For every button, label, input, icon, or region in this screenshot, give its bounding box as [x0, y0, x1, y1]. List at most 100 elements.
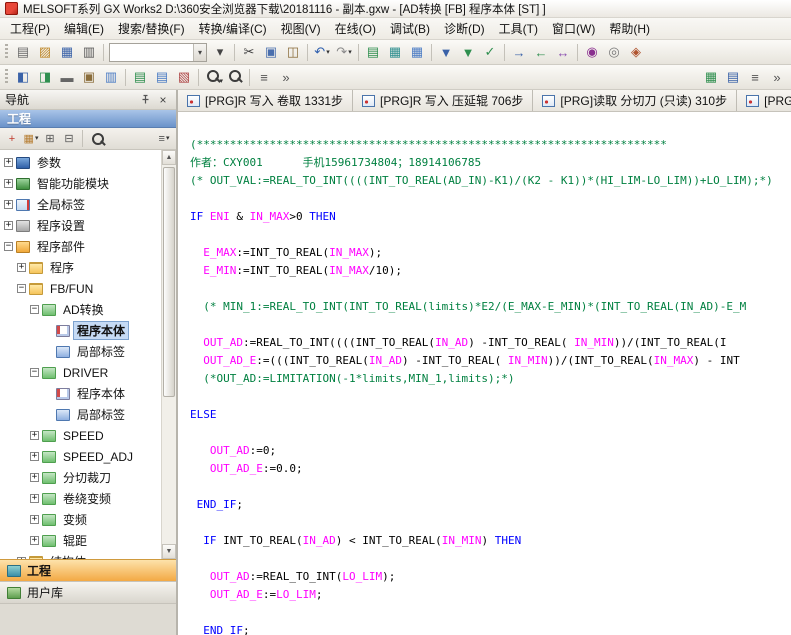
tree-expander[interactable]: + — [4, 158, 13, 167]
tree-expander[interactable]: + — [17, 263, 26, 272]
nav-options-icon[interactable]: ≡▾ — [155, 130, 173, 147]
tree-expander[interactable]: + — [30, 473, 39, 482]
read-from-plc-icon[interactable]: ← — [530, 42, 552, 62]
paste-icon[interactable]: ◫ — [282, 42, 304, 62]
statement-display-icon[interactable]: ▤ — [151, 67, 173, 87]
tree-item-fb-fun[interactable]: −FB/FUN — [0, 278, 161, 299]
menu-item-3[interactable]: 转换/编译(C) — [192, 17, 274, 40]
tree-item-inverter[interactable]: +变频 — [0, 509, 161, 530]
menu-item-10[interactable]: 帮助(H) — [602, 17, 657, 40]
expand-all-icon[interactable]: ⊞ — [41, 130, 59, 147]
note-display-icon[interactable]: ▧ — [173, 67, 195, 87]
comment-display-icon[interactable]: ▤ — [129, 67, 151, 87]
program-check-icon[interactable]: ✓ — [479, 42, 501, 62]
search-data-icon[interactable] — [87, 130, 105, 147]
tree-item-program[interactable]: +程序 — [0, 257, 161, 278]
tree-item-roller-distance[interactable]: +辊距 — [0, 530, 161, 551]
device-memory-icon[interactable]: ▦ — [384, 42, 406, 62]
redo-icon[interactable]: ↷▾ — [333, 42, 355, 62]
verify-with-plc-icon[interactable]: ↔ — [552, 42, 574, 62]
convert-compile-all-icon[interactable]: ▼ — [457, 42, 479, 62]
tree-item-parameter[interactable]: +参数 — [0, 152, 161, 173]
print-icon[interactable]: ▥ — [78, 42, 100, 62]
tree-item-intelligent-module[interactable]: +智能功能模块 — [0, 173, 161, 194]
cross-reference-icon[interactable]: ▣ — [78, 67, 100, 87]
pushpin-icon[interactable] — [137, 92, 153, 107]
tree-item-ad-convert-local-label[interactable]: 局部标签 — [0, 341, 161, 362]
tree-expander[interactable]: − — [30, 368, 39, 377]
tree-item-driver-local-label[interactable]: 局部标签 — [0, 404, 161, 425]
nav-button-project[interactable]: 工程 — [0, 559, 176, 581]
scroll-track[interactable] — [162, 165, 176, 544]
collapse-all-icon[interactable]: ⊟ — [60, 130, 78, 147]
monitor-stop-icon[interactable]: ◎ — [603, 42, 625, 62]
tree-expander[interactable]: + — [30, 515, 39, 524]
scroll-thumb[interactable] — [163, 167, 175, 397]
menu-item-9[interactable]: 窗口(W) — [545, 17, 602, 40]
parameter-setting-icon[interactable]: ▦ — [406, 42, 428, 62]
document-tab-1[interactable]: [PRG]R 写入 卷取 1331步 — [178, 90, 353, 111]
tree-item-ad-convert-body[interactable]: 程序本体 — [0, 320, 161, 341]
tree-expander[interactable]: − — [4, 242, 13, 251]
undo-icon[interactable]: ↶▾ — [311, 42, 333, 62]
options-icon[interactable]: ≡ — [744, 67, 766, 87]
document-tab-2[interactable]: [PRG]R 写入 压延辊 706步 — [353, 90, 533, 111]
menu-item-1[interactable]: 编辑(E) — [57, 17, 111, 40]
tree-item-structured-data[interactable]: +结构体 — [0, 551, 161, 559]
indent-icon[interactable]: » — [275, 67, 297, 87]
combo-menu-icon[interactable]: ▾ — [209, 42, 231, 62]
copy-icon[interactable]: ▣ — [260, 42, 282, 62]
display-mode-icon[interactable]: ▦▾ — [22, 130, 40, 147]
close-icon[interactable]: × — [155, 92, 171, 107]
menu-item-2[interactable]: 搜索/替换(F) — [111, 17, 192, 40]
tree-item-driver-body[interactable]: 程序本体 — [0, 383, 161, 404]
st-code-editor[interactable]: (***************************************… — [178, 112, 791, 635]
toolbar-overflow-icon[interactable]: » — [766, 67, 788, 87]
tree-expander[interactable]: + — [30, 536, 39, 545]
tree-item-program-setting[interactable]: +程序设置 — [0, 215, 161, 236]
save-project-icon[interactable]: ▦ — [56, 42, 78, 62]
new-project-icon[interactable]: ▤ — [12, 42, 34, 62]
tree-expander[interactable]: + — [4, 200, 13, 209]
tree-item-driver[interactable]: −DRIVER — [0, 362, 161, 383]
tree-item-global-label[interactable]: +全局标签 — [0, 194, 161, 215]
tree-expander[interactable]: + — [30, 431, 39, 440]
tree-expander[interactable]: + — [30, 452, 39, 461]
tree-item-ad-convert[interactable]: −AD转换 — [0, 299, 161, 320]
menu-item-0[interactable]: 工程(P) — [3, 17, 57, 40]
user-library-icon[interactable]: ▦ — [700, 67, 722, 87]
device-test-icon[interactable]: ◈ — [625, 42, 647, 62]
data-new-icon[interactable]: + — [3, 130, 21, 147]
menu-item-4[interactable]: 视图(V) — [274, 17, 328, 40]
menu-item-8[interactable]: 工具(T) — [492, 17, 545, 40]
sample-library-icon[interactable]: ▤ — [722, 67, 744, 87]
tree-item-speed-adj[interactable]: +SPEED_ADJ — [0, 446, 161, 467]
element-selection-window-icon[interactable]: ◨ — [34, 67, 56, 87]
find-replace-icon[interactable] — [224, 67, 246, 87]
open-project-icon[interactable]: ▨ — [34, 42, 56, 62]
tree-item-speed[interactable]: +SPEED — [0, 425, 161, 446]
monitor-start-icon[interactable]: ◉ — [581, 42, 603, 62]
scroll-down-icon[interactable]: ▼ — [162, 544, 176, 559]
window-operation-combo[interactable]: ▾ — [109, 43, 207, 62]
tree-expander[interactable]: + — [4, 179, 13, 188]
tree-expander[interactable]: + — [30, 494, 39, 503]
tree-expander[interactable]: − — [17, 284, 26, 293]
tree-item-winding-inverter[interactable]: +卷绕变频 — [0, 488, 161, 509]
write-to-plc-icon[interactable]: → — [508, 42, 530, 62]
device-comment-icon[interactable]: ▤ — [362, 42, 384, 62]
cut-icon[interactable]: ✂ — [238, 42, 260, 62]
tree-expander[interactable]: − — [30, 305, 39, 314]
menu-item-6[interactable]: 调试(B) — [383, 17, 437, 40]
output-window-icon[interactable]: ▬ — [56, 67, 78, 87]
tree-item-slitting-cutter[interactable]: +分切裁刀 — [0, 467, 161, 488]
document-tab-3[interactable]: [PRG]读取 分切刀 (只读) 310步 — [533, 90, 737, 111]
menu-item-7[interactable]: 诊断(D) — [437, 17, 492, 40]
tree-scrollbar[interactable]: ▲ ▼ — [161, 150, 176, 559]
scroll-up-icon[interactable]: ▲ — [162, 150, 176, 165]
st-edit-icon[interactable]: ≡ — [253, 67, 275, 87]
convert-icon[interactable]: ▼ — [435, 42, 457, 62]
tree-item-pou[interactable]: −程序部件 — [0, 236, 161, 257]
menu-item-5[interactable]: 在线(O) — [328, 17, 383, 40]
zoom-icon[interactable]: ▾ — [202, 67, 224, 87]
